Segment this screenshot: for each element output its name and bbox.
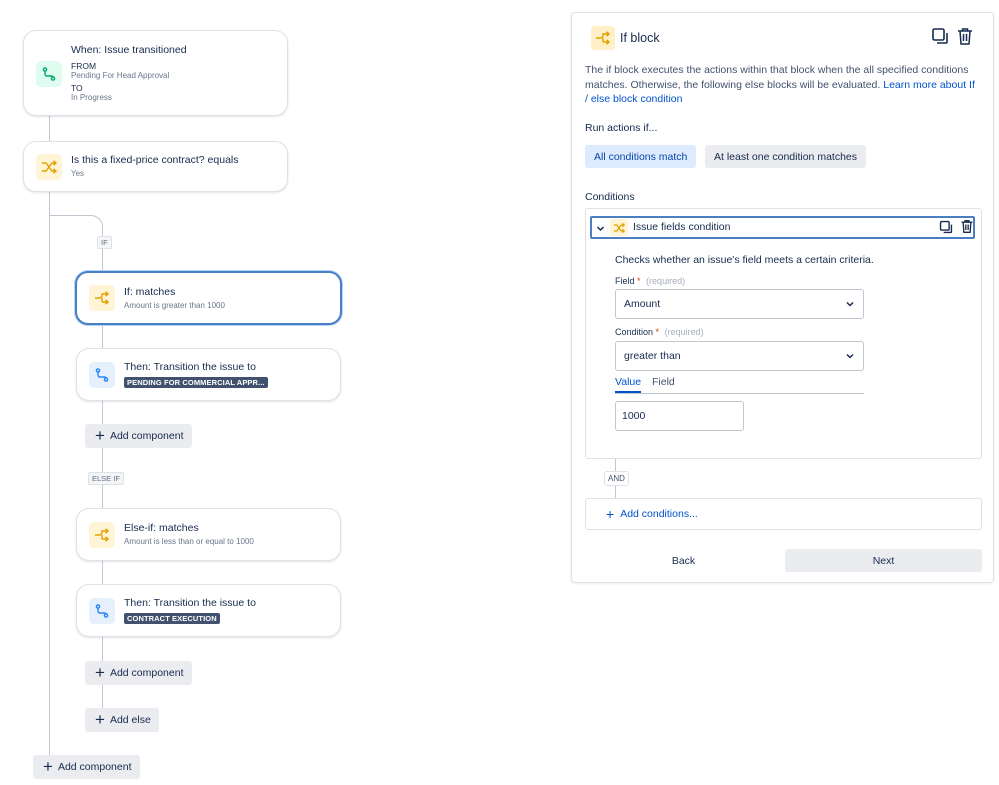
add-component-label: Add component [109,667,184,679]
then-action-card[interactable]: Then: Transition the issue to PENDING FO… [76,348,341,401]
trigger-to-value: In Progress [71,93,112,102]
required-hint: (required) [664,327,704,337]
if-tag: IF [97,236,112,249]
plus-icon: + [95,426,105,445]
and-tag: AND [604,471,629,486]
chevron-down-icon[interactable] [596,221,605,235]
condition-label: Condition * (required) [615,327,704,337]
if-branch-icon [89,521,115,548]
tab-field[interactable]: Field [652,376,675,388]
then-action-title: Then: Transition the issue to [124,597,256,609]
tab-value[interactable]: Value [615,376,642,393]
transition-icon [89,361,115,388]
if-block-panel: If block The if block executes the actio… [571,12,994,583]
plus-icon: + [43,757,53,776]
plus-icon: + [606,506,615,522]
then-action-card[interactable]: Then: Transition the issue to CONTRACT E… [76,584,341,637]
add-component-label: Add component [109,430,184,442]
condition-select-value: greater than [624,350,681,362]
duplicate-icon[interactable] [931,27,949,48]
add-component-button[interactable]: + Add component [85,424,192,448]
field-select-value: Amount [624,298,661,310]
back-button[interactable]: Back [585,549,782,572]
if-block-subtitle: Amount is greater than 1000 [124,300,225,310]
trigger-from-label: FROM [71,61,97,71]
connector-line [49,192,50,755]
add-component-label: Add component [57,761,132,773]
required-marker: * [655,327,660,337]
condition-title: Is this a fixed-price contract? equals [71,154,239,166]
value-field-tabs: Value Field [615,376,864,394]
condition-select[interactable]: greater than [615,341,864,371]
status-lozenge: CONTRACT EXECUTION [124,613,220,624]
condition-description: Checks whether an issue's field meets a … [615,254,874,266]
add-conditions-button[interactable]: + Add conditions... [585,498,982,530]
condition-item: Issue fields condition Checks whether an… [585,208,982,459]
else-if-block-card[interactable]: Else-if: matches Amount is less than or … [76,508,341,561]
condition-header[interactable]: Issue fields condition [590,216,975,239]
conditions-heading: Conditions [585,191,635,203]
status-lozenge: PENDING FOR COMMERCIAL APPR... [124,377,268,388]
connector-line [49,116,50,141]
panel-description: The if block executes the actions within… [585,63,980,107]
trash-icon[interactable] [960,219,974,237]
if-block-title: If: matches [124,285,176,298]
run-actions-label: Run actions if... [585,122,658,134]
if-block-card[interactable]: If: matches Amount is greater than 1000 [75,271,342,325]
field-label-text: Field [615,276,635,286]
condition-label-text: Condition [615,327,654,337]
else-if-tag: ELSE IF [88,472,124,485]
else-if-block-title: Else-if: matches [124,522,199,534]
else-if-block-subtitle: Amount is less than or equal to 1000 [124,537,254,546]
transition-icon [36,61,62,87]
trash-icon[interactable] [956,27,974,49]
connector-branch [49,215,103,233]
condition-value: Yes [71,169,85,178]
value-input[interactable]: 1000 [615,401,744,431]
plus-icon: + [95,663,105,682]
add-conditions-label: Add conditions... [620,508,698,520]
trigger-title: When: Issue transitioned [71,44,187,56]
condition-title: Issue fields condition [633,221,731,233]
transition-icon [89,597,115,624]
plus-icon: + [95,710,105,729]
chevron-down-icon [845,351,855,364]
required-marker: * [637,276,641,286]
field-select[interactable]: Amount [615,289,864,319]
all-conditions-match-option[interactable]: All conditions match [585,145,697,168]
next-button[interactable]: Next [785,549,982,572]
add-else-label: Add else [109,714,151,726]
required-hint: (required) [646,276,686,286]
if-branch-icon [89,285,115,311]
duplicate-icon[interactable] [939,220,953,237]
add-else-button[interactable]: + Add else [85,708,159,732]
branch-icon [610,219,628,236]
any-condition-matches-option[interactable]: At least one condition matches [705,145,867,168]
chevron-down-icon [845,299,855,312]
then-action-title: Then: Transition the issue to [124,361,256,373]
branch-icon [36,153,62,180]
trigger-from-value: Pending For Head Approval [71,71,170,80]
field-label: Field * (required) [615,276,685,286]
add-component-root-button[interactable]: + Add component [33,755,140,779]
if-branch-icon [591,26,615,50]
condition-card[interactable]: Is this a fixed-price contract? equals Y… [23,141,288,192]
trigger-to-label: TO [71,83,83,93]
panel-title: If block [620,31,660,45]
trigger-card[interactable]: When: Issue transitioned FROM Pending Fo… [23,30,288,116]
add-component-button[interactable]: + Add component [85,661,192,685]
